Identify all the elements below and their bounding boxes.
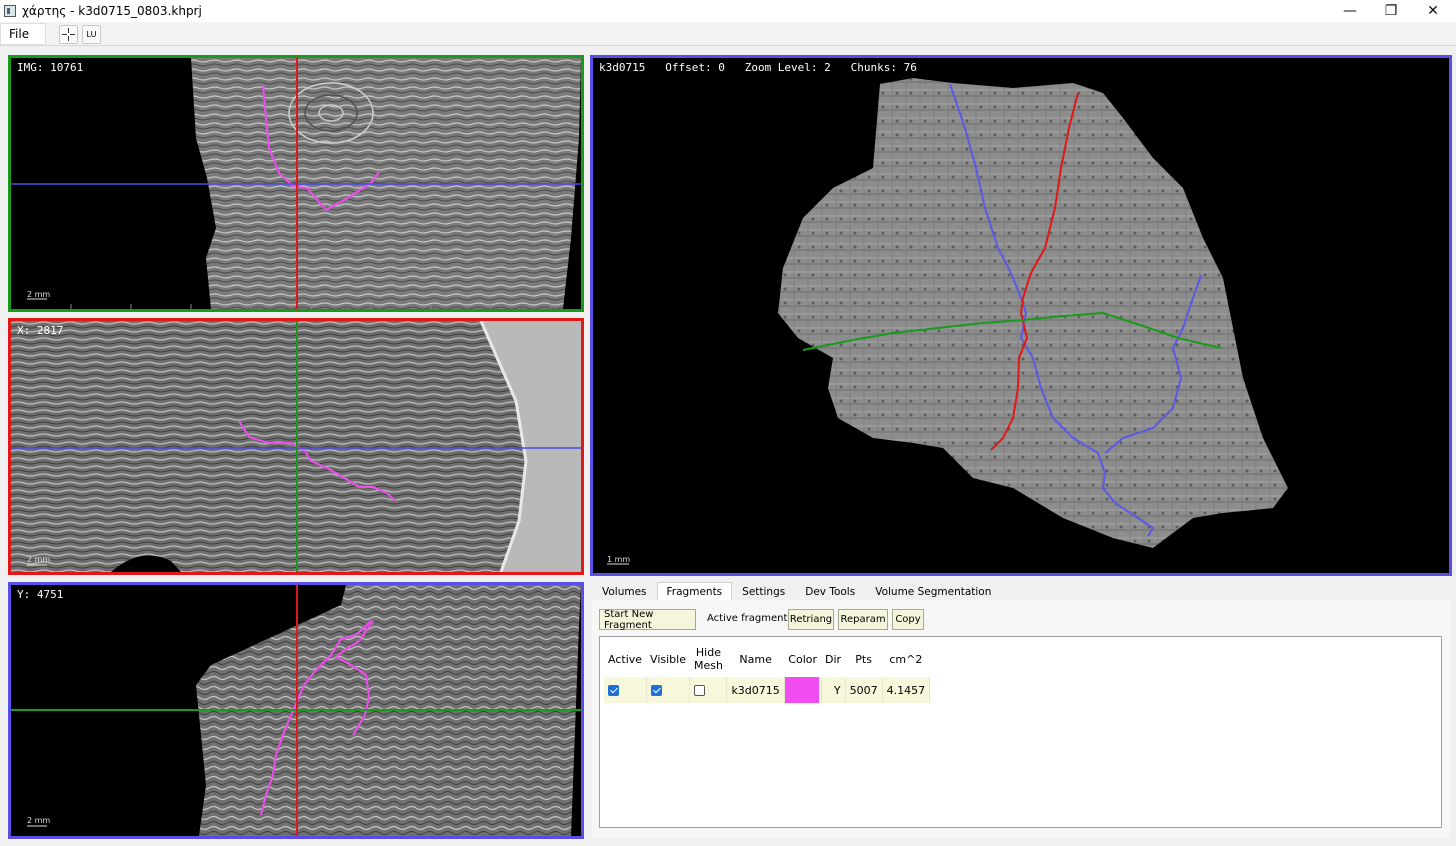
fragment-pts-cell[interactable]: 5007 bbox=[845, 677, 883, 703]
col-header-name[interactable]: Name bbox=[726, 641, 785, 677]
col-header-visible[interactable]: Visible bbox=[646, 641, 690, 677]
fragment-dir-cell[interactable]: Y bbox=[821, 677, 846, 703]
fragment-name-cell[interactable]: k3d0715 bbox=[726, 677, 785, 703]
crosshair-button[interactable] bbox=[59, 25, 78, 44]
close-button[interactable]: ✕ bbox=[1410, 0, 1456, 22]
tab-fragments[interactable]: Fragments bbox=[656, 582, 733, 601]
y-scale-label: 2 mm bbox=[27, 816, 51, 825]
col-header-active[interactable]: Active bbox=[604, 641, 647, 677]
img-slice-canvas bbox=[11, 58, 581, 309]
menu-file[interactable]: File bbox=[0, 23, 46, 45]
menu-bar: File LU bbox=[0, 22, 1456, 46]
col-header-pts[interactable]: Pts bbox=[845, 641, 883, 677]
col-header-hide-mesh[interactable]: Hide Mesh bbox=[689, 641, 727, 677]
visible-checkbox[interactable] bbox=[650, 685, 662, 696]
fragment-scale-label: 1 mm bbox=[607, 555, 631, 564]
y-slice-label: Y: 4751 bbox=[17, 588, 64, 601]
fragment-area-cell[interactable]: 4.1457 bbox=[882, 677, 931, 703]
img-scale-label: 2 mm bbox=[27, 290, 51, 299]
table-row[interactable]: k3d0715 Y 5007 4.1457 bbox=[604, 677, 931, 703]
fragment-color-swatch[interactable] bbox=[784, 677, 819, 703]
bottom-tab-bar: Volumes Fragments Settings Dev Tools Vol… bbox=[592, 582, 1001, 601]
col-header-area[interactable]: cm^2 bbox=[882, 641, 930, 677]
title-bar: χάρτης - k3d0715_0803.khprj — ❐ ✕ bbox=[0, 0, 1456, 22]
fragment-view[interactable]: k3d0715 Offset: 0 Zoom Level: 2 Chunks: … bbox=[590, 55, 1452, 576]
img-slice-view[interactable]: IMG: 10761 2 mm bbox=[8, 55, 584, 312]
y-slice-view[interactable]: Y: 4751 2 mm bbox=[8, 582, 584, 839]
x-slice-canvas bbox=[11, 321, 581, 572]
fragment-canvas bbox=[607, 78, 1288, 565]
fragments-table-container: Active Visible Hide Mesh Name Color Dir … bbox=[599, 636, 1442, 828]
app-icon bbox=[4, 5, 16, 17]
tab-dev-tools[interactable]: Dev Tools bbox=[795, 582, 865, 601]
copy-button[interactable]: Copy bbox=[892, 609, 924, 630]
reparam-button[interactable]: Reparam bbox=[838, 609, 888, 630]
maximize-button[interactable]: ❐ bbox=[1368, 0, 1414, 22]
img-slice-label: IMG: 10761 bbox=[17, 61, 84, 74]
active-checkbox[interactable] bbox=[608, 685, 619, 696]
col-header-dir[interactable]: Dir bbox=[821, 641, 846, 677]
start-new-fragment-button[interactable]: Start New Fragment bbox=[599, 609, 696, 631]
col-header-color[interactable]: Color bbox=[784, 641, 822, 677]
x-slice-view[interactable]: X: 2817 2 mm bbox=[8, 318, 584, 575]
tab-volume-segmentation[interactable]: Volume Segmentation bbox=[865, 582, 1001, 601]
x-scale-label: 2 mm bbox=[27, 555, 51, 564]
lu-button[interactable]: LU bbox=[82, 25, 101, 44]
hide-mesh-checkbox[interactable] bbox=[694, 685, 706, 696]
tab-settings[interactable]: Settings bbox=[732, 582, 795, 601]
tab-volumes[interactable]: Volumes bbox=[592, 582, 657, 601]
active-fragment-label: Active fragment: bbox=[707, 613, 791, 624]
x-slice-label: X: 2817 bbox=[17, 324, 64, 337]
retriang-button[interactable]: Retriang bbox=[788, 609, 834, 630]
fragments-table: Active Visible Hide Mesh Name Color Dir … bbox=[604, 641, 931, 703]
y-slice-canvas bbox=[11, 585, 581, 836]
minimize-button[interactable]: — bbox=[1327, 0, 1373, 22]
fragment-view-label: k3d0715 Offset: 0 Zoom Level: 2 Chunks: … bbox=[599, 61, 917, 74]
crosshair-icon bbox=[62, 28, 75, 41]
window-title: χάρτης - k3d0715_0803.khprj bbox=[22, 4, 202, 18]
